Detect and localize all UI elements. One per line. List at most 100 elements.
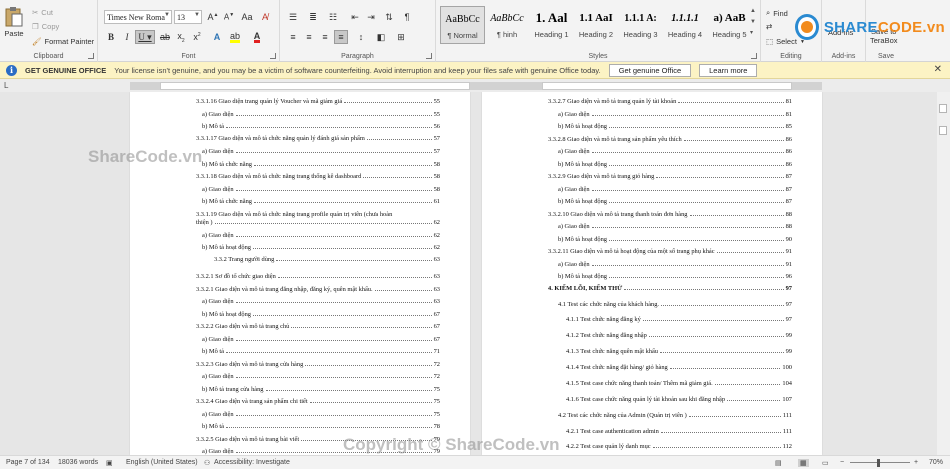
toc-entry[interactable]: 3.3.1.17 Giao diện và mô tả chức năng qu…: [196, 133, 440, 142]
toc-entry[interactable]: 4. KIỂM LỖI, KIỂM THỬ 97: [548, 283, 792, 292]
left-page[interactable]: 3.3.1.16 Giao diện trang quản lý Voucher…: [130, 92, 470, 455]
toc-entry[interactable]: 4.2.2 Test case quản lý danh mục 112: [566, 441, 792, 450]
paragraph-launcher-icon[interactable]: [426, 53, 432, 59]
toc-entry[interactable]: a) Giao diện 91: [558, 259, 792, 268]
proofing-icon[interactable]: ▣: [106, 459, 113, 467]
multilevel-list-button[interactable]: ☷: [326, 10, 340, 24]
zoom-slider-thumb[interactable]: [877, 459, 880, 467]
toc-entry[interactable]: 4.1.2 Test chức năng đăng nhập 99: [566, 330, 792, 339]
sort-button[interactable]: ⇅: [382, 10, 396, 24]
numbering-button[interactable]: ≣: [306, 10, 320, 24]
styles-launcher-icon[interactable]: [751, 53, 757, 59]
align-center-button[interactable]: ≡: [302, 30, 316, 44]
toc-entry[interactable]: a) Giao diện 57: [202, 146, 440, 155]
right-page[interactable]: 3.3.2.7 Giao diện và mô tả trang quản lý…: [482, 92, 822, 455]
cut-button[interactable]: ✂ Cut: [32, 8, 53, 17]
toc-entry[interactable]: b) Mô tả hoạt động 62: [202, 242, 440, 251]
copy-button[interactable]: ❐ Copy: [32, 22, 59, 31]
text-effects-button[interactable]: A: [210, 30, 224, 44]
toc-entry[interactable]: a) Giao diện 67: [202, 334, 440, 343]
toc-entry[interactable]: 3.3.1.16 Giao diện trang quản lý Voucher…: [196, 96, 440, 105]
decrease-indent-button[interactable]: ⇤: [348, 10, 362, 24]
font-color-button[interactable]: A: [250, 30, 264, 44]
toc-entry[interactable]: 4.1.1 Test chức năng đăng ký 97: [566, 314, 792, 323]
toc-entry[interactable]: b) Mô tả hoạt động 67: [202, 309, 440, 318]
subscript-button[interactable]: x2: [174, 30, 188, 44]
italic-button[interactable]: I: [120, 30, 134, 44]
styles-scroll[interactable]: ▲ ▼ ▾: [750, 6, 756, 39]
bullets-button[interactable]: ☰: [286, 10, 300, 24]
toc-entry[interactable]: 3.3.2 Trang người dùng 63: [214, 254, 440, 263]
toc-entry[interactable]: b) Mô tả 78: [202, 421, 440, 430]
borders-button[interactable]: ⊞: [394, 30, 408, 44]
toc-entry[interactable]: a) Giao diện 55: [202, 109, 440, 118]
clear-formatting-button[interactable]: A̸: [258, 10, 272, 24]
toc-entry[interactable]: b) Mô tả trang cửa hàng 75: [202, 384, 440, 393]
toc-entry[interactable]: 3.3.2.5 Giao diện và mô tả trang bài viế…: [196, 434, 440, 443]
show-formatting-button[interactable]: ¶: [400, 10, 414, 24]
line-spacing-button[interactable]: ↕: [354, 30, 368, 44]
toc-entry[interactable]: 3.3.2.4 Giao diện và trang sản phẩm chi …: [196, 396, 440, 405]
font-launcher-icon[interactable]: [270, 53, 276, 59]
toc-entry[interactable]: a) Giao diện 79: [202, 446, 440, 455]
toc-entry[interactable]: 4.1.4 Test chức năng đặt hàng/ giỏ hàng 1…: [566, 362, 792, 371]
toc-entry[interactable]: b) Mô tả 71: [202, 346, 440, 355]
zoom-in-icon[interactable]: +: [914, 459, 918, 466]
shading-button[interactable]: ◧: [374, 30, 388, 44]
ruler-left-page[interactable]: [160, 82, 470, 90]
learn-more-button[interactable]: Learn more: [699, 63, 758, 77]
justify-button[interactable]: ≡: [334, 30, 348, 44]
close-icon[interactable]: ✕: [934, 64, 942, 75]
toc-entry[interactable]: a) Giao diện 87: [558, 184, 792, 193]
toc-entry[interactable]: 3.3.1.18 Giao diện và mô tả chức năng tr…: [196, 171, 440, 180]
toc-entry[interactable]: a) Giao diện 63: [202, 296, 440, 305]
toc-entry[interactable]: b) Mô tả 56: [202, 121, 440, 130]
document-area[interactable]: 3.3.1.16 Giao diện trang quản lý Voucher…: [0, 92, 937, 455]
style-hinh[interactable]: AaBbCc ¶ hinh: [485, 6, 530, 44]
toc-entry[interactable]: 3.3.2.2 Giao diện và mô tả trang chủ 67: [196, 321, 440, 330]
replace-button[interactable]: ⇄: [766, 22, 772, 31]
style-heading-5[interactable]: a) AaB Heading 5: [707, 6, 752, 44]
toc-entry[interactable]: thiện ) 62: [196, 217, 440, 226]
toc-entry[interactable]: 3.3.2.1 Sơ đồ tổ chức giao diện 63: [196, 271, 440, 280]
toc-entry[interactable]: 3.3.2.8 Giao diện và mô tả trang sản phẩ…: [548, 134, 792, 143]
find-button[interactable]: ⌕ Find: [766, 8, 788, 18]
print-layout-icon[interactable]: ▦: [798, 459, 809, 467]
toc-entry[interactable]: b) Mô tả hoạt động 86: [558, 159, 792, 168]
bold-button[interactable]: B: [104, 30, 118, 44]
toc-entry[interactable]: 4.1 Test các chức năng của khách hàng. 97: [558, 299, 792, 308]
toc-entry[interactable]: 4.2.1 Test case authentication admin 111: [566, 426, 792, 435]
scroll-thumb[interactable]: [939, 104, 947, 113]
language-status[interactable]: English (United States): [126, 459, 198, 466]
grow-font-button[interactable]: A▲: [206, 10, 220, 24]
toc-entry[interactable]: 4.2 Test các chức năng của Admin (Quản t…: [558, 410, 792, 419]
get-genuine-office-button[interactable]: Get genuine Office: [608, 63, 692, 77]
toc-entry[interactable]: b) Mô tả hoạt động 87: [558, 196, 792, 205]
align-left-button[interactable]: ≡: [286, 30, 300, 44]
style-heading-3[interactable]: 1.1.1 A: Heading 3: [618, 6, 663, 44]
toc-entry[interactable]: 3.3.2.9 Giao diện và mô tả trang giỏ hàn…: [548, 171, 792, 180]
style-heading-1[interactable]: 1. Aal Heading 1: [529, 6, 574, 44]
toc-entry[interactable]: 3.3.2.3 Giao diện và mô tả trang cửa hàn…: [196, 359, 440, 368]
zoom-slider[interactable]: [850, 462, 910, 463]
page-count[interactable]: Page 7 of 134: [6, 459, 50, 466]
clipboard-launcher-icon[interactable]: [88, 53, 94, 59]
web-layout-icon[interactable]: ▭: [822, 459, 829, 467]
view-ruler-toggle[interactable]: [939, 126, 947, 135]
font-family-select[interactable]: Times New Roman ▼: [104, 10, 172, 24]
toc-entry[interactable]: b) Mô tả hoạt động 96: [558, 271, 792, 280]
highlight-button[interactable]: ab: [228, 30, 242, 44]
tab-selector-icon[interactable]: L: [4, 81, 8, 90]
underline-button[interactable]: U ▾: [135, 30, 155, 44]
format-painter-button[interactable]: 🖌 Format Painter: [32, 37, 94, 46]
shrink-font-button[interactable]: A▼: [222, 10, 236, 24]
toc-entry[interactable]: 3.3.2.7 Giao diện và mô tả trang quản lý…: [548, 96, 792, 105]
toc-entry[interactable]: 4.1.6 Test case chức năng quản lý tài kh…: [566, 394, 792, 403]
align-right-button[interactable]: ≡: [318, 30, 332, 44]
zoom-out-icon[interactable]: −: [840, 459, 844, 466]
vertical-scrollbar[interactable]: [937, 92, 950, 455]
toc-entry[interactable]: a) Giao diện 72: [202, 371, 440, 380]
superscript-button[interactable]: x2: [190, 30, 204, 44]
toc-entry[interactable]: b) Mô tả chức năng 58: [202, 159, 440, 168]
paste-button[interactable]: Paste: [4, 6, 24, 38]
